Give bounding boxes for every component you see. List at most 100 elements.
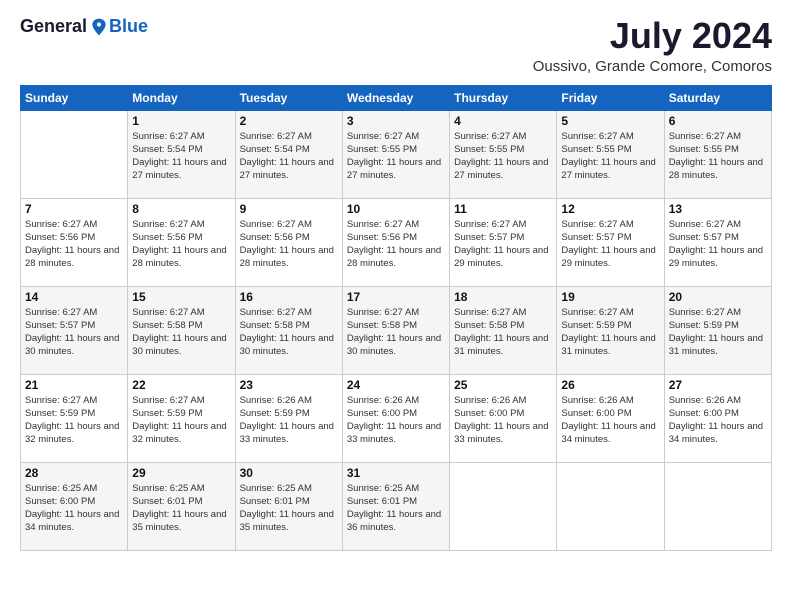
day-number: 13	[669, 202, 767, 216]
day-number: 25	[454, 378, 552, 392]
day-number: 22	[132, 378, 230, 392]
day-info: Sunrise: 6:27 AMSunset: 5:58 PMDaylight:…	[347, 306, 445, 359]
day-number: 31	[347, 466, 445, 480]
day-info: Sunrise: 6:27 AMSunset: 5:54 PMDaylight:…	[132, 130, 230, 183]
day-number: 7	[25, 202, 123, 216]
calendar-cell	[664, 462, 771, 550]
calendar-week-row: 14 Sunrise: 6:27 AMSunset: 5:57 PMDaylig…	[21, 286, 772, 374]
day-number: 18	[454, 290, 552, 304]
logo-blue-text: Blue	[109, 16, 148, 37]
day-number: 17	[347, 290, 445, 304]
day-info: Sunrise: 6:27 AMSunset: 5:54 PMDaylight:…	[240, 130, 338, 183]
logo: General Blue	[20, 16, 148, 37]
day-info: Sunrise: 6:27 AMSunset: 5:56 PMDaylight:…	[25, 218, 123, 271]
day-info: Sunrise: 6:26 AMSunset: 6:00 PMDaylight:…	[669, 394, 767, 447]
page: General Blue July 2024 Oussivo, Grande C…	[0, 0, 792, 612]
calendar-cell: 1 Sunrise: 6:27 AMSunset: 5:54 PMDayligh…	[128, 110, 235, 198]
day-info: Sunrise: 6:27 AMSunset: 5:57 PMDaylight:…	[669, 218, 767, 271]
day-info: Sunrise: 6:27 AMSunset: 5:59 PMDaylight:…	[25, 394, 123, 447]
day-info: Sunrise: 6:26 AMSunset: 6:00 PMDaylight:…	[561, 394, 659, 447]
calendar-cell: 16 Sunrise: 6:27 AMSunset: 5:58 PMDaylig…	[235, 286, 342, 374]
calendar-cell: 6 Sunrise: 6:27 AMSunset: 5:55 PMDayligh…	[664, 110, 771, 198]
day-info: Sunrise: 6:27 AMSunset: 5:58 PMDaylight:…	[240, 306, 338, 359]
day-number: 9	[240, 202, 338, 216]
title-block: July 2024 Oussivo, Grande Comore, Comoro…	[533, 16, 772, 75]
day-number: 16	[240, 290, 338, 304]
header-tuesday: Tuesday	[235, 85, 342, 110]
day-number: 11	[454, 202, 552, 216]
header: General Blue July 2024 Oussivo, Grande C…	[20, 16, 772, 75]
day-number: 12	[561, 202, 659, 216]
day-info: Sunrise: 6:27 AMSunset: 5:59 PMDaylight:…	[669, 306, 767, 359]
day-number: 27	[669, 378, 767, 392]
calendar-cell	[21, 110, 128, 198]
calendar-cell: 8 Sunrise: 6:27 AMSunset: 5:56 PMDayligh…	[128, 198, 235, 286]
day-number: 1	[132, 114, 230, 128]
day-info: Sunrise: 6:25 AMSunset: 6:00 PMDaylight:…	[25, 482, 123, 535]
calendar-cell: 13 Sunrise: 6:27 AMSunset: 5:57 PMDaylig…	[664, 198, 771, 286]
day-number: 24	[347, 378, 445, 392]
day-number: 14	[25, 290, 123, 304]
calendar-cell: 21 Sunrise: 6:27 AMSunset: 5:59 PMDaylig…	[21, 374, 128, 462]
day-info: Sunrise: 6:27 AMSunset: 5:56 PMDaylight:…	[132, 218, 230, 271]
day-info: Sunrise: 6:27 AMSunset: 5:55 PMDaylight:…	[669, 130, 767, 183]
calendar-cell: 30 Sunrise: 6:25 AMSunset: 6:01 PMDaylig…	[235, 462, 342, 550]
calendar-cell: 9 Sunrise: 6:27 AMSunset: 5:56 PMDayligh…	[235, 198, 342, 286]
day-info: Sunrise: 6:27 AMSunset: 5:57 PMDaylight:…	[25, 306, 123, 359]
calendar-cell: 26 Sunrise: 6:26 AMSunset: 6:00 PMDaylig…	[557, 374, 664, 462]
day-info: Sunrise: 6:27 AMSunset: 5:55 PMDaylight:…	[561, 130, 659, 183]
calendar-cell: 19 Sunrise: 6:27 AMSunset: 5:59 PMDaylig…	[557, 286, 664, 374]
header-friday: Friday	[557, 85, 664, 110]
calendar-cell: 3 Sunrise: 6:27 AMSunset: 5:55 PMDayligh…	[342, 110, 449, 198]
day-number: 2	[240, 114, 338, 128]
calendar-cell: 25 Sunrise: 6:26 AMSunset: 6:00 PMDaylig…	[450, 374, 557, 462]
day-number: 15	[132, 290, 230, 304]
location-text: Oussivo, Grande Comore, Comoros	[533, 58, 772, 75]
logo-icon	[89, 17, 109, 37]
header-sunday: Sunday	[21, 85, 128, 110]
calendar-cell: 2 Sunrise: 6:27 AMSunset: 5:54 PMDayligh…	[235, 110, 342, 198]
header-saturday: Saturday	[664, 85, 771, 110]
day-number: 19	[561, 290, 659, 304]
calendar-cell: 28 Sunrise: 6:25 AMSunset: 6:00 PMDaylig…	[21, 462, 128, 550]
calendar-cell: 29 Sunrise: 6:25 AMSunset: 6:01 PMDaylig…	[128, 462, 235, 550]
day-info: Sunrise: 6:25 AMSunset: 6:01 PMDaylight:…	[240, 482, 338, 535]
calendar-header-row: Sunday Monday Tuesday Wednesday Thursday…	[21, 85, 772, 110]
calendar-cell: 4 Sunrise: 6:27 AMSunset: 5:55 PMDayligh…	[450, 110, 557, 198]
day-info: Sunrise: 6:27 AMSunset: 5:55 PMDaylight:…	[454, 130, 552, 183]
calendar-cell: 23 Sunrise: 6:26 AMSunset: 5:59 PMDaylig…	[235, 374, 342, 462]
day-number: 21	[25, 378, 123, 392]
calendar-cell: 7 Sunrise: 6:27 AMSunset: 5:56 PMDayligh…	[21, 198, 128, 286]
day-info: Sunrise: 6:27 AMSunset: 5:59 PMDaylight:…	[561, 306, 659, 359]
calendar-cell: 14 Sunrise: 6:27 AMSunset: 5:57 PMDaylig…	[21, 286, 128, 374]
day-number: 4	[454, 114, 552, 128]
calendar-cell: 27 Sunrise: 6:26 AMSunset: 6:00 PMDaylig…	[664, 374, 771, 462]
day-info: Sunrise: 6:27 AMSunset: 5:57 PMDaylight:…	[561, 218, 659, 271]
day-info: Sunrise: 6:26 AMSunset: 5:59 PMDaylight:…	[240, 394, 338, 447]
day-info: Sunrise: 6:27 AMSunset: 5:58 PMDaylight:…	[132, 306, 230, 359]
day-info: Sunrise: 6:27 AMSunset: 5:58 PMDaylight:…	[454, 306, 552, 359]
calendar-week-row: 1 Sunrise: 6:27 AMSunset: 5:54 PMDayligh…	[21, 110, 772, 198]
day-number: 6	[669, 114, 767, 128]
calendar-cell: 31 Sunrise: 6:25 AMSunset: 6:01 PMDaylig…	[342, 462, 449, 550]
day-info: Sunrise: 6:26 AMSunset: 6:00 PMDaylight:…	[454, 394, 552, 447]
header-wednesday: Wednesday	[342, 85, 449, 110]
day-info: Sunrise: 6:27 AMSunset: 5:56 PMDaylight:…	[347, 218, 445, 271]
day-info: Sunrise: 6:27 AMSunset: 5:56 PMDaylight:…	[240, 218, 338, 271]
day-number: 3	[347, 114, 445, 128]
day-number: 26	[561, 378, 659, 392]
header-monday: Monday	[128, 85, 235, 110]
calendar-cell: 24 Sunrise: 6:26 AMSunset: 6:00 PMDaylig…	[342, 374, 449, 462]
calendar-cell: 5 Sunrise: 6:27 AMSunset: 5:55 PMDayligh…	[557, 110, 664, 198]
day-number: 28	[25, 466, 123, 480]
day-info: Sunrise: 6:27 AMSunset: 5:59 PMDaylight:…	[132, 394, 230, 447]
calendar-cell: 15 Sunrise: 6:27 AMSunset: 5:58 PMDaylig…	[128, 286, 235, 374]
logo-general-text: General	[20, 16, 87, 37]
day-number: 8	[132, 202, 230, 216]
calendar-cell: 10 Sunrise: 6:27 AMSunset: 5:56 PMDaylig…	[342, 198, 449, 286]
calendar-table: Sunday Monday Tuesday Wednesday Thursday…	[20, 85, 772, 551]
calendar-cell: 12 Sunrise: 6:27 AMSunset: 5:57 PMDaylig…	[557, 198, 664, 286]
calendar-week-row: 7 Sunrise: 6:27 AMSunset: 5:56 PMDayligh…	[21, 198, 772, 286]
calendar-cell	[450, 462, 557, 550]
day-number: 23	[240, 378, 338, 392]
